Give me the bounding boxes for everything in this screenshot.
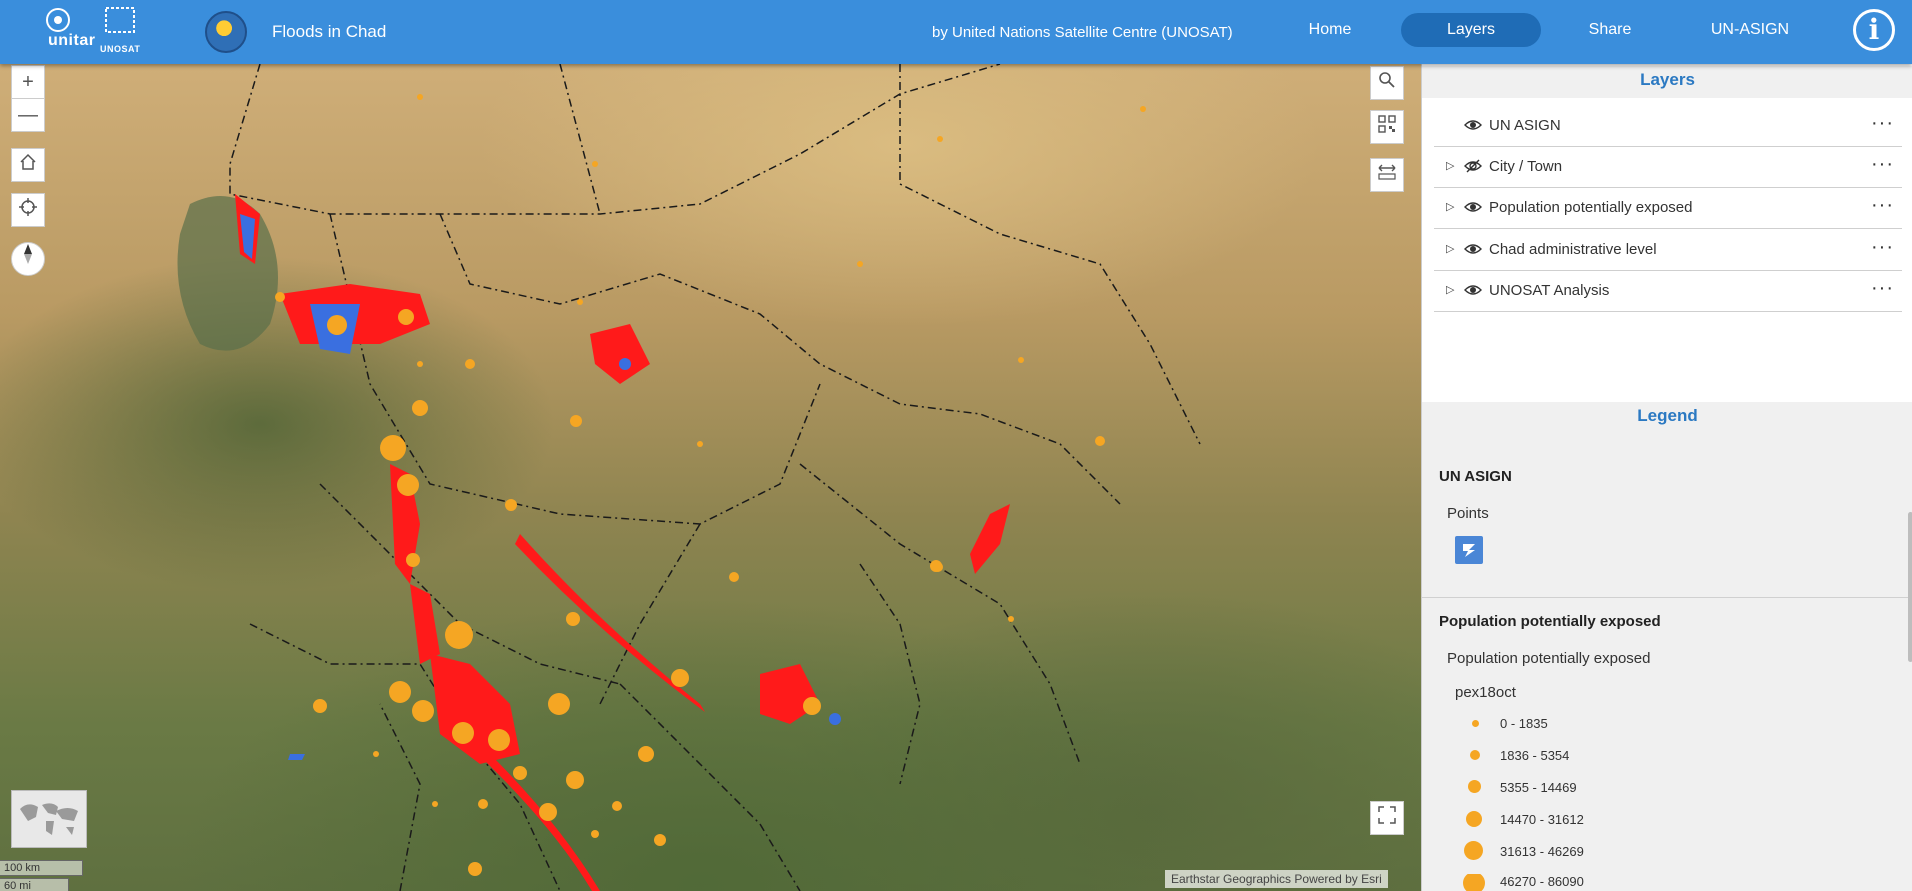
panel-scrollbar[interactable] bbox=[1908, 512, 1912, 662]
legend-class-4: 14470 - 31612 bbox=[1422, 811, 1912, 840]
nav-home[interactable]: Home bbox=[1290, 13, 1370, 47]
legend-class-2: 1836 - 5354 bbox=[1422, 748, 1912, 776]
legend-class-label: 1836 - 5354 bbox=[1500, 748, 1570, 763]
layer-label: UNOSAT Analysis bbox=[1489, 282, 1610, 299]
eye-icon[interactable] bbox=[1464, 240, 1482, 262]
locate-button[interactable] bbox=[11, 193, 45, 227]
eye-icon[interactable] bbox=[1464, 116, 1482, 138]
legend-dot bbox=[1463, 874, 1485, 891]
eye-slash-icon[interactable] bbox=[1464, 157, 1482, 179]
info-button[interactable]: i bbox=[1853, 9, 1895, 51]
legend-dot bbox=[1464, 841, 1483, 860]
measure-button[interactable] bbox=[1370, 158, 1404, 192]
layer-list: Layers UN ASIGN ··· ▷ City / Town ··· ▷ … bbox=[1422, 64, 1912, 402]
home-icon bbox=[20, 153, 36, 170]
logo-sub: UNOSAT bbox=[100, 44, 141, 54]
eye-icon[interactable] bbox=[1464, 281, 1482, 303]
layer-item-un-asign[interactable]: UN ASIGN ··· bbox=[1434, 106, 1902, 147]
more-options-icon[interactable]: ··· bbox=[1871, 153, 1894, 176]
more-options-icon[interactable]: ··· bbox=[1871, 112, 1894, 135]
legend-sublabel: Points bbox=[1447, 505, 1489, 522]
legend-class-1: 0 - 1835 bbox=[1422, 716, 1912, 744]
map-overlay bbox=[177, 64, 1201, 891]
layer-item-population[interactable]: ▷ Population potentially exposed ··· bbox=[1434, 188, 1902, 229]
legend-title: Legend bbox=[1637, 406, 1698, 425]
zoom-in-button[interactable]: + bbox=[11, 65, 45, 99]
logo-text: unitar bbox=[48, 32, 96, 49]
search-button[interactable] bbox=[1370, 66, 1404, 100]
layer-item-city-town[interactable]: ▷ City / Town ··· bbox=[1434, 147, 1902, 188]
globe-logo-icon bbox=[205, 11, 247, 53]
basemap-toggle[interactable] bbox=[11, 790, 87, 848]
map-view[interactable]: + — 100 km 60 mi Earthstar Geographics P… bbox=[0, 64, 1421, 891]
legend-dot bbox=[1466, 811, 1482, 827]
expand-triangle-icon[interactable]: ▷ bbox=[1446, 200, 1454, 213]
fullscreen-icon bbox=[1378, 806, 1396, 824]
app-header: unitar UNOSAT Floods in Chad by United N… bbox=[0, 0, 1912, 64]
population-points bbox=[275, 94, 1146, 876]
scalebar-km: 100 km bbox=[0, 860, 83, 876]
legend-class-label: 14470 - 31612 bbox=[1500, 812, 1584, 827]
layer-label: Chad administrative level bbox=[1489, 241, 1657, 258]
fullscreen-button[interactable] bbox=[1370, 801, 1404, 835]
map-attribution[interactable]: Earthstar Geographics Powered by Esri bbox=[1165, 870, 1388, 888]
nav-share[interactable]: Share bbox=[1570, 13, 1650, 47]
legend-class-label: 31613 - 46269 bbox=[1500, 844, 1584, 859]
legend-group-title: Population potentially exposed bbox=[1439, 613, 1661, 630]
side-panel: Layers UN ASIGN ··· ▷ City / Town ··· ▷ … bbox=[1421, 64, 1912, 891]
qr-code-button[interactable] bbox=[1370, 110, 1404, 144]
layer-item-unosat-analysis[interactable]: ▷ UNOSAT Analysis ··· bbox=[1434, 271, 1902, 312]
legend-dot bbox=[1472, 720, 1479, 727]
eye-icon[interactable] bbox=[1464, 198, 1482, 220]
legend-dot bbox=[1470, 750, 1480, 760]
legend-field-name: pex18oct bbox=[1455, 684, 1516, 701]
expand-triangle-icon[interactable]: ▷ bbox=[1446, 159, 1454, 172]
legend-sublabel: Population potentially exposed bbox=[1447, 650, 1651, 667]
legend-class-3: 5355 - 14469 bbox=[1422, 780, 1912, 808]
legend-class-label: 46270 - 86090 bbox=[1500, 874, 1584, 889]
legend-class-6: 46270 - 86090 bbox=[1422, 874, 1912, 891]
layer-label: Population potentially exposed bbox=[1489, 199, 1693, 216]
more-options-icon[interactable]: ··· bbox=[1871, 194, 1894, 217]
more-options-icon[interactable]: ··· bbox=[1871, 236, 1894, 259]
nav-layers[interactable]: Layers bbox=[1401, 13, 1541, 47]
world-map-icon bbox=[20, 803, 78, 835]
scalebar-mi: 60 mi bbox=[0, 878, 69, 891]
legend-class-5: 31613 - 46269 bbox=[1422, 841, 1912, 872]
app-title: Floods in Chad bbox=[272, 22, 387, 41]
more-options-icon[interactable]: ··· bbox=[1871, 277, 1894, 300]
expand-triangle-icon[interactable]: ▷ bbox=[1446, 242, 1454, 255]
home-button[interactable] bbox=[11, 148, 45, 182]
flag-point-icon bbox=[1455, 536, 1483, 564]
legend-class-label: 5355 - 14469 bbox=[1500, 780, 1577, 795]
legend-dot bbox=[1468, 780, 1481, 793]
compass-icon bbox=[24, 244, 32, 264]
byline: by United Nations Satellite Centre (UNOS… bbox=[932, 24, 1233, 41]
zoom-out-button[interactable]: — bbox=[11, 98, 45, 132]
flood-areas bbox=[235, 194, 1010, 891]
legend-class-label: 0 - 1835 bbox=[1500, 716, 1548, 731]
layer-label: UN ASIGN bbox=[1489, 117, 1561, 134]
admin-boundaries bbox=[229, 64, 1201, 891]
layer-label: City / Town bbox=[1489, 158, 1563, 175]
search-icon bbox=[1379, 72, 1395, 88]
unitar-unosat-logo: unitar UNOSAT bbox=[44, 6, 144, 56]
compass-button[interactable] bbox=[11, 242, 45, 276]
legend-divider bbox=[1422, 597, 1912, 598]
qr-code-icon bbox=[1378, 115, 1396, 133]
legend-group-title: UN ASIGN bbox=[1439, 468, 1512, 485]
lake-chad bbox=[177, 196, 278, 351]
layer-item-admin-level[interactable]: ▷ Chad administrative level ··· bbox=[1434, 230, 1902, 271]
measure-icon bbox=[1378, 164, 1396, 180]
nav-un-asign[interactable]: UN-ASIGN bbox=[1690, 13, 1810, 47]
expand-triangle-icon[interactable]: ▷ bbox=[1446, 283, 1454, 296]
layers-title: Layers bbox=[1422, 66, 1912, 98]
crosshair-icon bbox=[19, 198, 37, 216]
